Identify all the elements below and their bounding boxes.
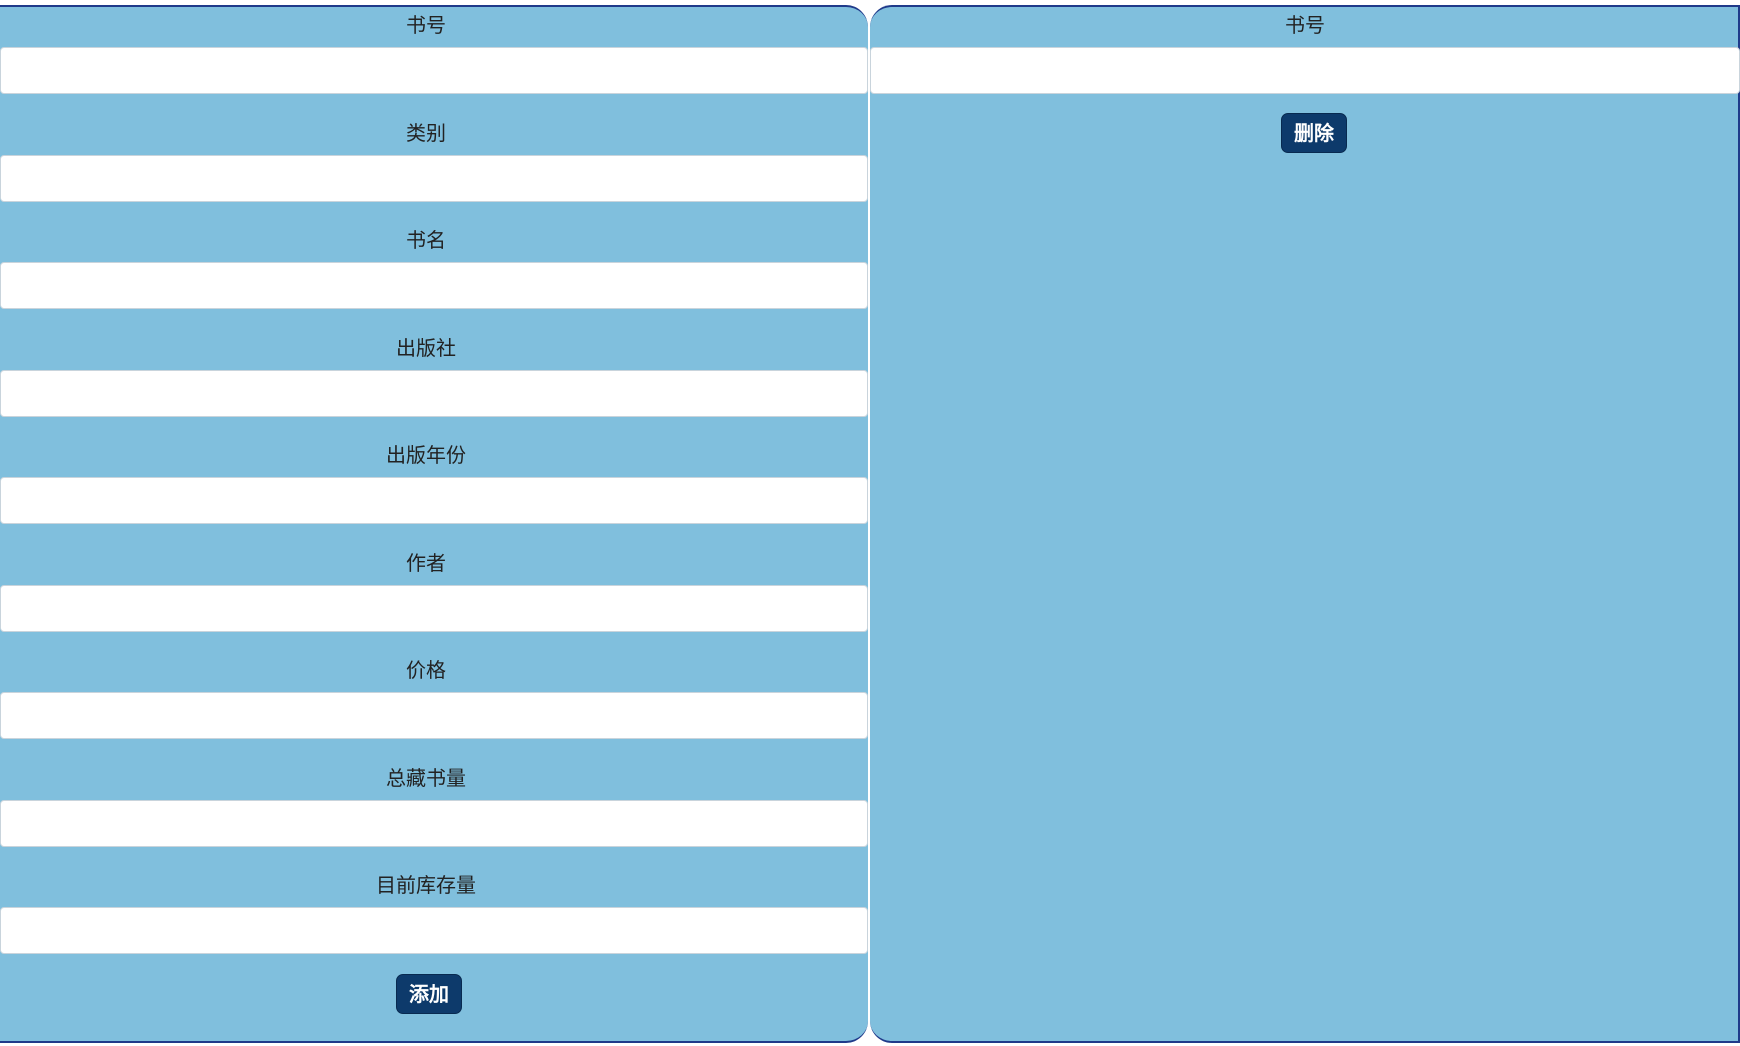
- add-button[interactable]: 添加: [396, 974, 462, 1014]
- book-title-input[interactable]: [0, 262, 868, 309]
- publisher-label: 出版社: [396, 336, 456, 360]
- current-stock-input[interactable]: [0, 907, 868, 954]
- publisher-input[interactable]: [0, 370, 868, 417]
- book-title-label: 书名: [406, 228, 446, 252]
- publish-year-input[interactable]: [0, 477, 868, 524]
- publish-year-label: 出版年份: [386, 443, 466, 467]
- price-input[interactable]: [0, 692, 868, 739]
- book-id-label: 书号: [406, 13, 446, 37]
- category-label: 类别: [406, 121, 446, 145]
- category-input[interactable]: [0, 155, 868, 202]
- author-label: 作者: [406, 551, 446, 575]
- delete-book-form: 书号 删除: [870, 5, 1740, 1043]
- delete-book-id-label: 书号: [1285, 13, 1325, 37]
- total-copies-label: 总藏书量: [386, 766, 466, 790]
- total-copies-input[interactable]: [0, 800, 868, 847]
- page: 书号 类别 书名 出版社 出版年份 作者 价格 总藏书量 目前库存量 添加 书号…: [0, 0, 1740, 1046]
- current-stock-label: 目前库存量: [376, 873, 476, 897]
- book-id-input[interactable]: [0, 47, 868, 94]
- delete-button[interactable]: 删除: [1281, 113, 1347, 153]
- author-input[interactable]: [0, 585, 868, 632]
- delete-book-id-input[interactable]: [870, 47, 1740, 94]
- price-label: 价格: [406, 658, 446, 682]
- add-book-form: 书号 类别 书名 出版社 出版年份 作者 价格 总藏书量 目前库存量 添加: [0, 5, 868, 1043]
